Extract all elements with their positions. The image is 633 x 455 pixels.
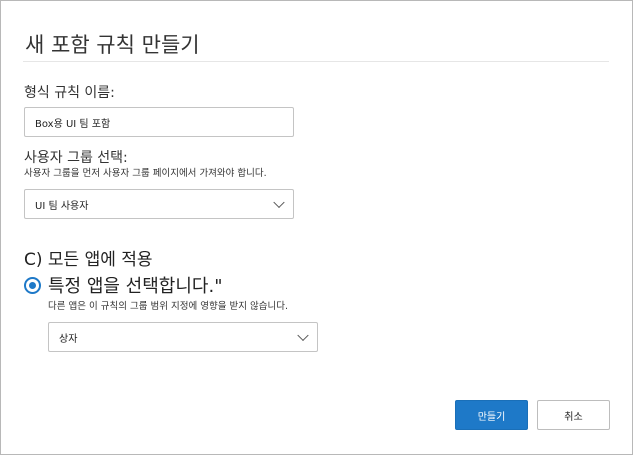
apply-all-apps-option[interactable]: C) 모든 앱에 적용 (24, 245, 153, 270)
create-button[interactable]: 만들기 (455, 400, 528, 430)
app-value: 상자 (59, 333, 78, 345)
specific-apps-radio[interactable] (24, 277, 41, 294)
rule-name-input[interactable]: Box용 UI 팀 포함 (24, 107, 294, 137)
rule-name-label: 형식 규칙 이름: (24, 85, 115, 101)
user-group-label: 사용자 그룹 선택: (24, 150, 128, 166)
dialog-title: 새 포함 규칙 만들기 (25, 33, 200, 57)
specific-apps-label[interactable]: 특정 앱을 선택합니다." (48, 272, 222, 298)
chevron-down-icon (273, 196, 285, 209)
title-divider (23, 61, 609, 62)
create-inclusion-rule-dialog: 새 포함 규칙 만들기 형식 규칙 이름: Box용 UI 팀 포함 사용자 그… (0, 0, 633, 455)
chevron-down-icon (297, 329, 309, 342)
user-group-value: UI 팀 사용자 (35, 200, 89, 212)
user-group-hint: 사용자 그룹을 먼저 사용자 그룹 페이지에서 가져와야 합니다. (24, 168, 267, 179)
user-group-select[interactable]: UI 팀 사용자 (24, 189, 294, 219)
app-select[interactable]: 상자 (48, 322, 318, 352)
specific-apps-hint: 다른 앱은 이 규칙의 그룹 범위 지정에 영향을 받지 않습니다. (48, 301, 288, 312)
cancel-button[interactable]: 취소 (537, 400, 610, 430)
rule-name-value: Box용 UI 팀 포함 (35, 118, 111, 130)
